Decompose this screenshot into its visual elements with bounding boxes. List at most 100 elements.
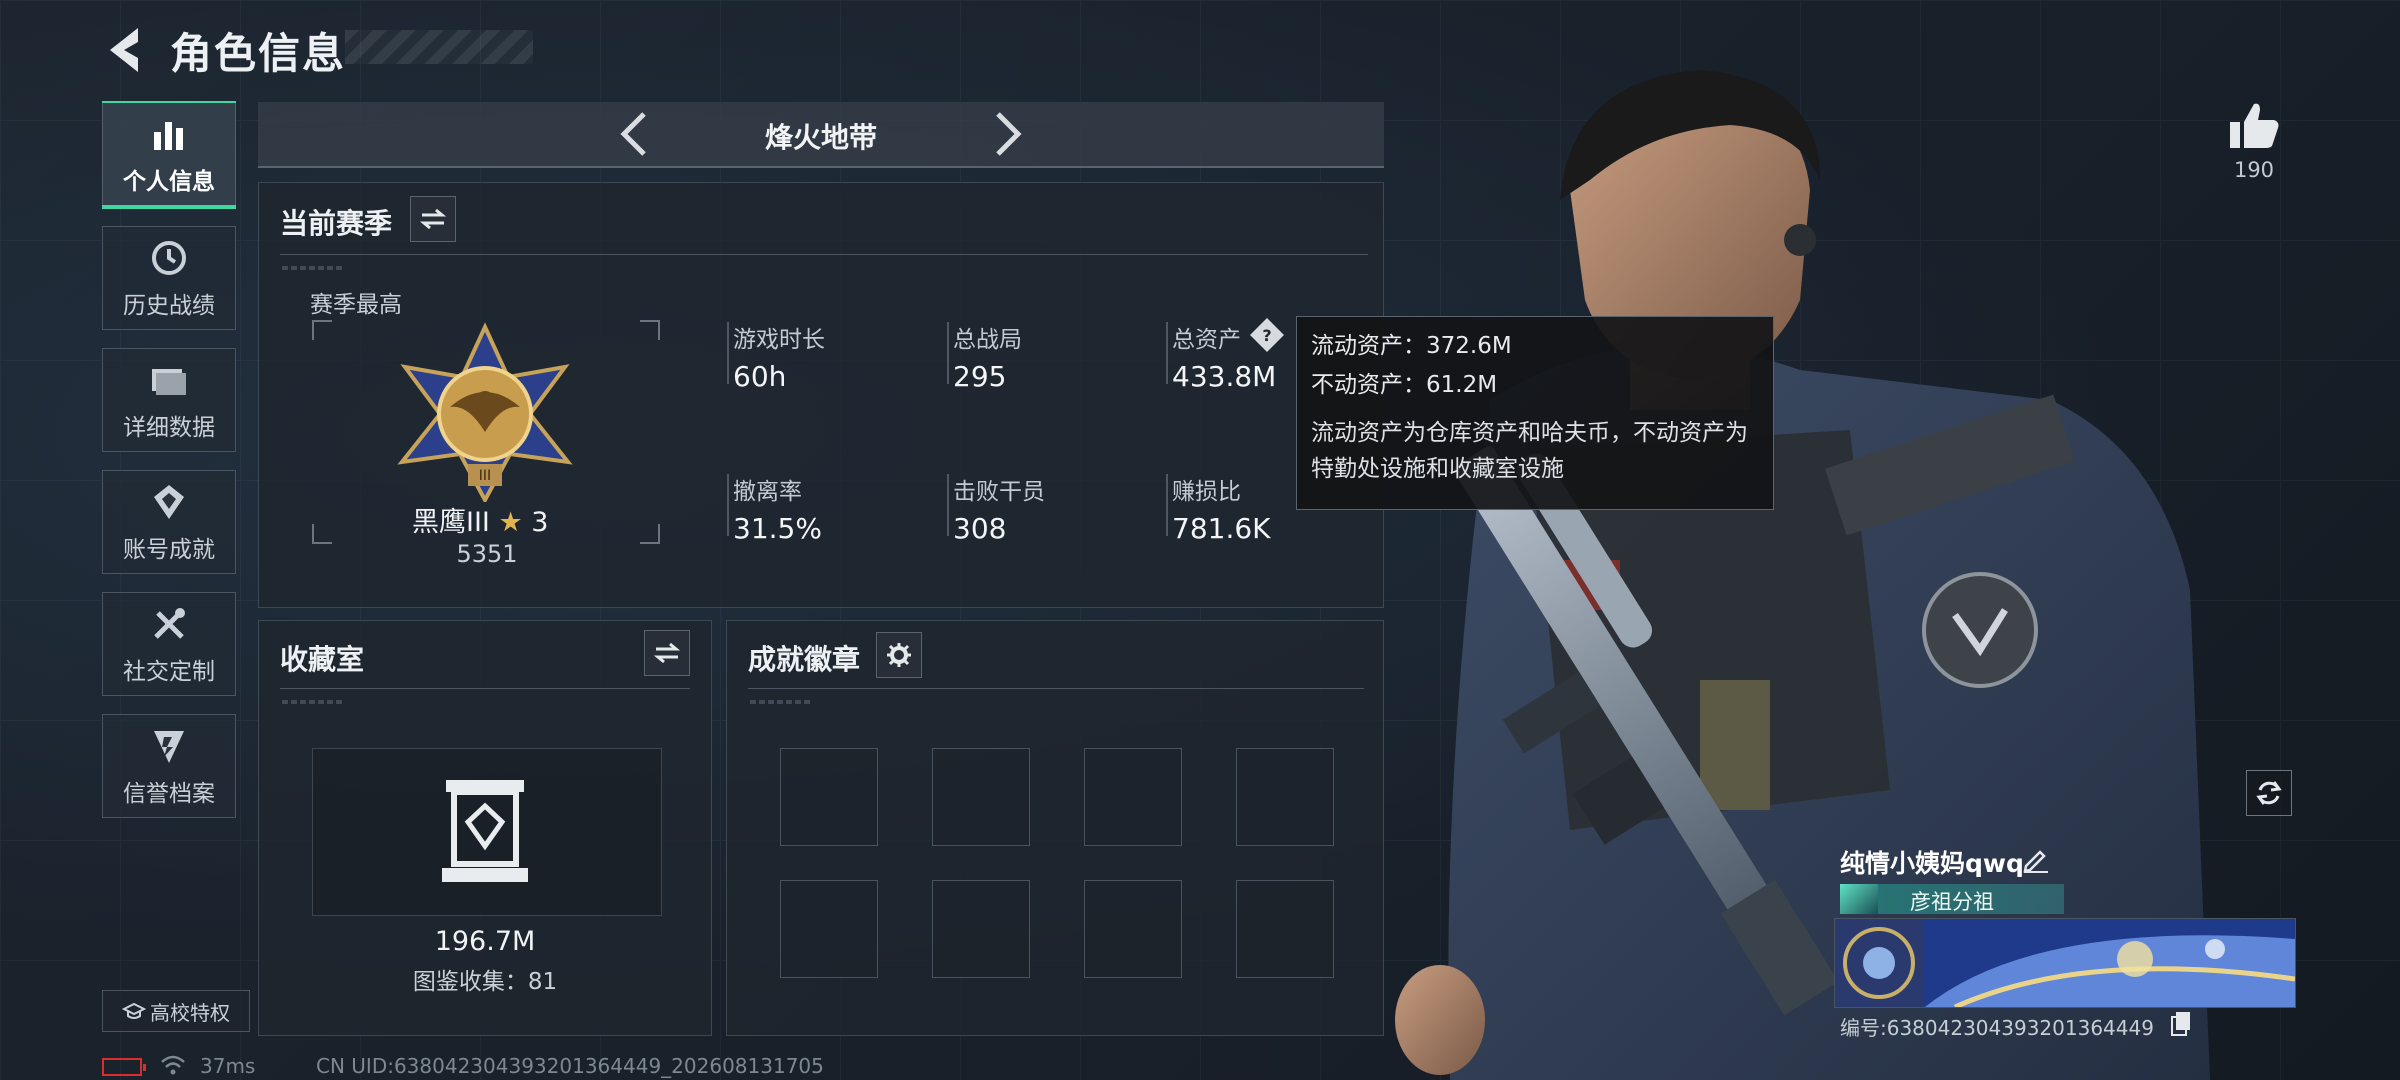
stat-label-extraction-rate: 撤离率 [733, 479, 802, 505]
edit-pencil-icon[interactable] [2020, 844, 2050, 874]
badge-slot[interactable] [1084, 880, 1182, 978]
collection-switch-button[interactable] [644, 630, 690, 676]
sidebar-item-label: 信誉档案 [123, 781, 215, 807]
tooltip-fixed-assets: 不动资产：61.2M [1311, 371, 1498, 398]
sidebar-item-label: 个人信息 [123, 169, 215, 195]
svg-text:?: ? [1262, 326, 1271, 345]
collection-title: 收藏室 [280, 643, 365, 676]
sidebar-item-detailed-data[interactable]: 详细数据 [102, 348, 236, 452]
tools-icon [147, 602, 191, 646]
stat-divider [1166, 474, 1168, 536]
stat-value-total-assets: 433.8M [1172, 360, 1277, 393]
badge-slot[interactable] [1236, 880, 1334, 978]
mode-selector: 烽火地带 [258, 102, 1384, 168]
season-best-label: 赛季最高 [310, 292, 402, 318]
ping-value: 37ms [200, 1054, 256, 1078]
decoration-mark [282, 266, 342, 270]
stat-value-playtime: 60h [733, 360, 787, 393]
bar-chart-icon [147, 112, 191, 156]
sidebar-item-history[interactable]: 历史战绩 [102, 226, 236, 330]
decoration-mark [282, 700, 342, 704]
frame-corner [640, 320, 660, 340]
refresh-icon [2256, 781, 2282, 805]
stat-divider [727, 474, 729, 536]
back-arrow-icon[interactable] [100, 22, 150, 78]
svg-text:III: III [479, 468, 491, 484]
achievements-divider [748, 688, 1364, 689]
star-icon: ★ [498, 507, 523, 538]
collection-divider [280, 688, 690, 689]
assets-tooltip: 流动资产：372.6M 不动资产：61.2M 流动资产为仓库资产和哈夫币，不动资… [1296, 316, 1774, 510]
battery-icon [102, 1058, 146, 1076]
sidebar-item-social-custom[interactable]: 社交定制 [102, 592, 236, 696]
guild-tag[interactable]: 彦祖分祖 [1840, 884, 2064, 914]
tooltip-liquid-assets: 流动资产：372.6M [1311, 333, 1512, 359]
profile-banner[interactable] [1834, 918, 2296, 1008]
shield-icon [147, 724, 191, 768]
help-icon[interactable]: ? [1250, 318, 1284, 352]
refresh-button[interactable] [2246, 770, 2292, 816]
season-divider [280, 254, 1368, 255]
frame-corner [312, 524, 332, 544]
achievement-icon [147, 480, 191, 524]
stat-label-total-assets: 总资产 [1172, 327, 1241, 353]
gear-icon [887, 643, 911, 667]
stat-divider [1166, 322, 1168, 384]
stat-divider [947, 322, 949, 384]
badge-slot[interactable] [780, 748, 878, 846]
stat-label-operators-defeated: 击败干员 [953, 479, 1045, 505]
player-nickname: 纯情小姨妈qwq [1840, 849, 2024, 878]
rank-name: 黑鹰III [412, 507, 490, 538]
achievements-settings-button[interactable] [876, 632, 922, 678]
stat-value-total-matches: 295 [953, 360, 1007, 393]
season-switch-button[interactable] [410, 196, 456, 242]
stat-label-profit-ratio: 赚损比 [1172, 479, 1241, 505]
stat-label-total-matches: 总战局 [953, 327, 1022, 353]
rank-badge-icon: III [397, 322, 573, 502]
campus-privilege-button[interactable]: 高校特权 [102, 990, 250, 1032]
stat-value-profit-ratio: 781.6K [1172, 512, 1271, 545]
display-case-icon [442, 780, 528, 882]
rank-score: 5351 [456, 540, 518, 568]
wifi-icon [161, 1055, 185, 1075]
graduation-cap-icon [122, 1002, 146, 1019]
sidebar-item-label: 账号成就 [123, 537, 215, 563]
badge-slot[interactable] [780, 880, 878, 978]
stat-value-operators-defeated: 308 [953, 512, 1007, 545]
history-icon [147, 236, 191, 280]
sidebar-item-label: 详细数据 [123, 415, 215, 441]
sidebar-item-credit-archive[interactable]: 信誉档案 [102, 714, 236, 818]
sidebar-item-personal-info[interactable]: 个人信息 [102, 101, 236, 209]
rank-stars: 3 [531, 507, 549, 538]
footer-uid: CN UID:638042304393201364449_20260813170… [316, 1054, 824, 1078]
campus-button-label: 高校特权 [150, 1000, 230, 1025]
frame-corner [312, 320, 332, 340]
swap-icon [420, 208, 446, 230]
stat-divider [727, 322, 729, 384]
page-title: 角色信息 [170, 29, 347, 78]
stat-divider [947, 474, 949, 536]
copy-icon[interactable] [2170, 1010, 2192, 1036]
like-count: 190 [2233, 158, 2275, 182]
title-decoration [345, 30, 533, 64]
sidebar-item-account-achievements[interactable]: 账号成就 [102, 470, 236, 574]
decoration-mark [750, 700, 810, 704]
stat-label-playtime: 游戏时长 [733, 327, 825, 353]
folder-icon [147, 358, 191, 402]
stat-value-extraction-rate: 31.5% [733, 512, 822, 545]
swap-icon [654, 642, 680, 664]
mode-name: 烽火地带 [764, 121, 877, 154]
rank-name-row: 黑鹰III ★ 3 [412, 500, 548, 539]
season-title: 当前赛季 [280, 207, 393, 240]
thumbs-up-icon[interactable] [2226, 98, 2282, 154]
sidebar-item-label: 社交定制 [123, 659, 215, 685]
achievements-title: 成就徽章 [748, 643, 861, 676]
badge-slot[interactable] [1084, 748, 1182, 846]
sidebar-item-label: 历史战绩 [123, 293, 215, 319]
badge-slot[interactable] [932, 880, 1030, 978]
badge-slot[interactable] [1236, 748, 1334, 846]
collection-value: 196.7M [434, 926, 536, 957]
mode-next-arrow-icon[interactable] [980, 108, 1032, 160]
guild-name: 彦祖分祖 [1910, 890, 1994, 914]
badge-slot[interactable] [932, 748, 1030, 846]
